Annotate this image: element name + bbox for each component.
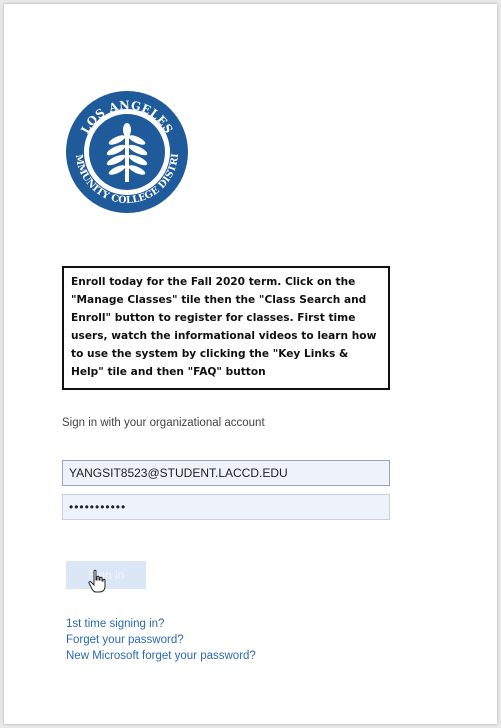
- signin-panel: LOS ANGELES COMMUNITY COLLEGE DISTRICT E…: [4, 4, 497, 724]
- help-links: 1st time signing in? Forget your passwor…: [66, 616, 256, 664]
- laccd-seal-icon: LOS ANGELES COMMUNITY COLLEGE DISTRICT: [58, 78, 188, 213]
- hand-pointer-icon: [88, 569, 106, 593]
- signin-button[interactable]: Sign in: [66, 561, 146, 589]
- password-input[interactable]: [62, 494, 390, 520]
- signin-instructions: Sign in with your organizational account: [62, 417, 265, 429]
- username-input[interactable]: [62, 460, 390, 486]
- forget-password-link[interactable]: Forget your password?: [66, 632, 256, 648]
- new-microsoft-forget-password-link[interactable]: New Microsoft forget your password?: [66, 648, 256, 664]
- enrollment-notice: Enroll today for the Fall 2020 term. Cli…: [62, 266, 390, 390]
- first-time-signin-link[interactable]: 1st time signing in?: [66, 616, 256, 632]
- laccd-logo: LOS ANGELES COMMUNITY COLLEGE DISTRICT: [58, 78, 192, 216]
